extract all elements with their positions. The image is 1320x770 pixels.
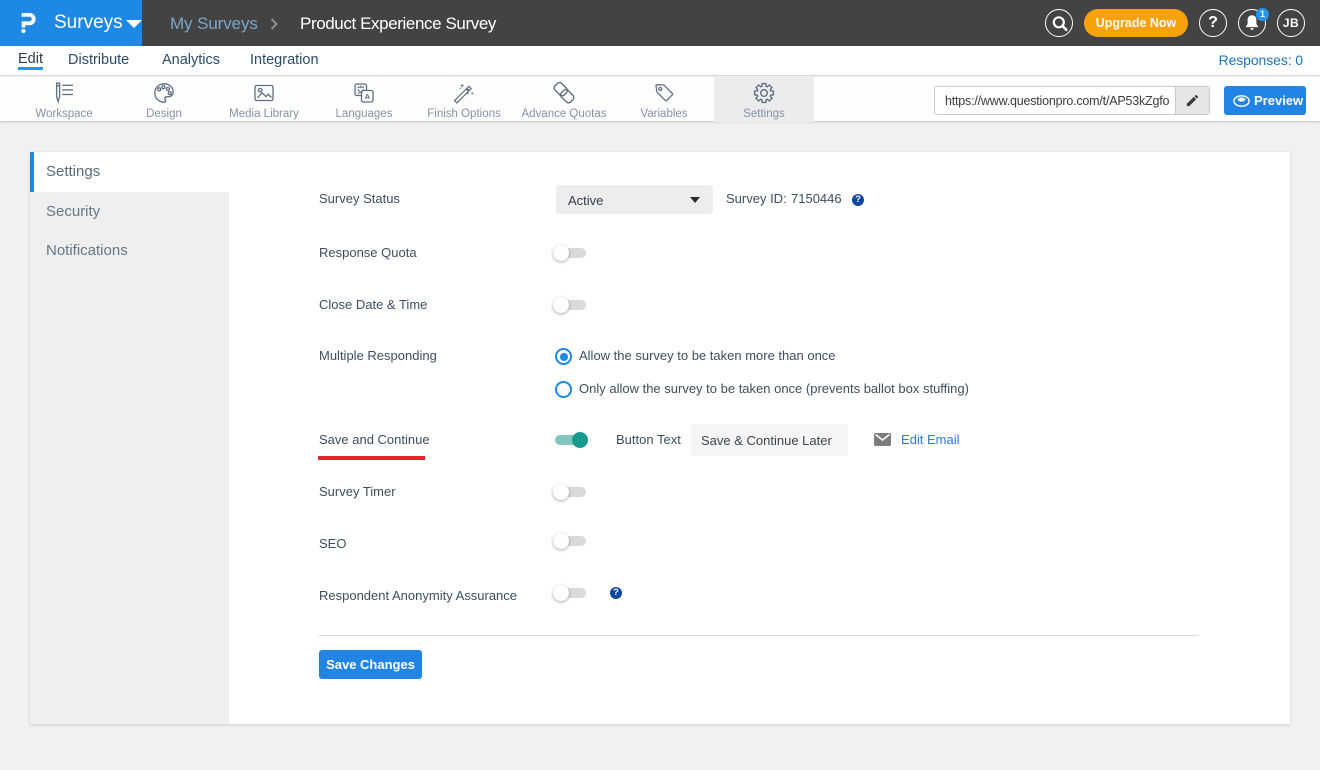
svg-text:A: A xyxy=(365,92,371,101)
